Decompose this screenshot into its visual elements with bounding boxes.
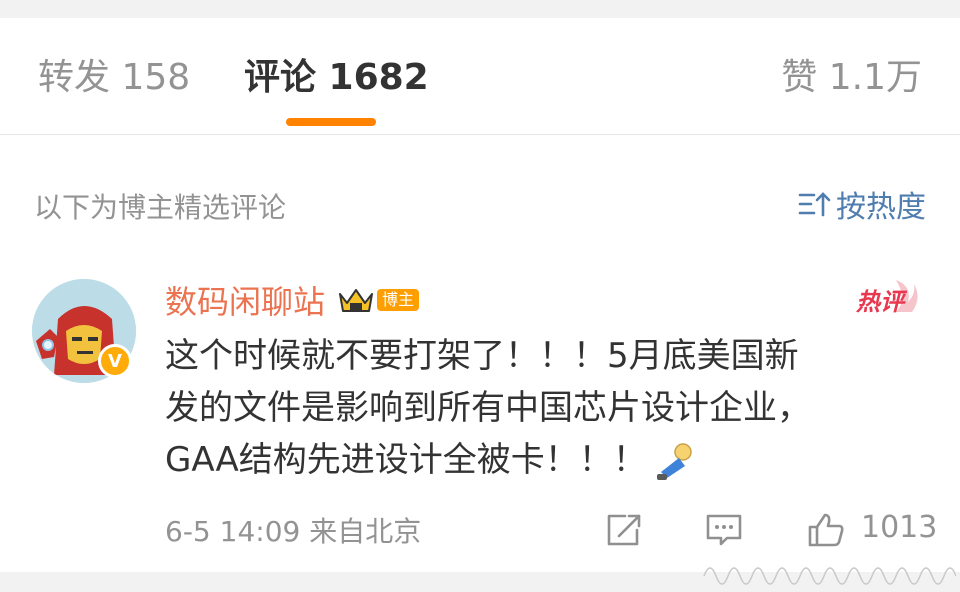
comment-line-with-emoji: GAA结构先进设计全被卡！！！ [165, 434, 935, 486]
tab-comments[interactable]: 评论 1682 [244, 58, 429, 98]
username-link[interactable]: 数码闲聊站 [165, 277, 325, 323]
reply-icon[interactable] [705, 512, 743, 548]
tab-bar: 转发 158 评论 1682 赞 1.1万 [0, 18, 960, 135]
sort-label: 按热度 [836, 190, 926, 225]
comment-meta-row: 6-5 14:09 来自北京 1013 [165, 510, 938, 550]
tab-likes[interactable]: 赞 1.1万 [781, 58, 922, 98]
comment-line: 这个时候就不要打架了！！！5月底美国新 [165, 336, 799, 376]
sort-by-hot-button[interactable]: 按热度 [798, 184, 926, 225]
sort-icon [798, 192, 831, 217]
comment-line: 发的文件是影响到所有中国芯片设计企业， [165, 388, 811, 428]
like-icon[interactable] [807, 512, 845, 548]
selected-comments-label: 以下为博主精选评论 [34, 191, 287, 224]
tab-reposts[interactable]: 转发 158 [38, 58, 190, 98]
comment-filter-row: 以下为博主精选评论 按热度 [0, 176, 960, 236]
comment-author-row: 数码闲聊站 博主 [165, 277, 420, 323]
verified-badge: V [98, 344, 132, 378]
comment-line: GAA结构先进设计全被卡！！！ [165, 440, 647, 480]
crown-icon [339, 289, 374, 312]
comment-text: 这个时候就不要打架了！！！5月底美国新 发的文件是影响到所有中国芯片设计企业， … [165, 330, 935, 486]
share-icon[interactable] [605, 512, 643, 548]
top-gap [0, 0, 960, 18]
active-tab-indicator [286, 118, 376, 126]
comment-time-location: 6-5 14:09 来自北京 [165, 515, 422, 548]
weibo-comment-card: 转发 158 评论 1682 赞 1.1万 以下为博主精选评论 按热度 V 数码… [0, 0, 960, 572]
hot-comment-label: 热评 [856, 288, 904, 316]
like-count: 1013 [861, 510, 938, 545]
blogger-badge: 博主 [377, 289, 420, 311]
fallen-person-emoji-icon [656, 442, 692, 480]
watermark-squiggle-icon [703, 567, 956, 585]
hot-comment-tag: 热评 [856, 276, 920, 316]
